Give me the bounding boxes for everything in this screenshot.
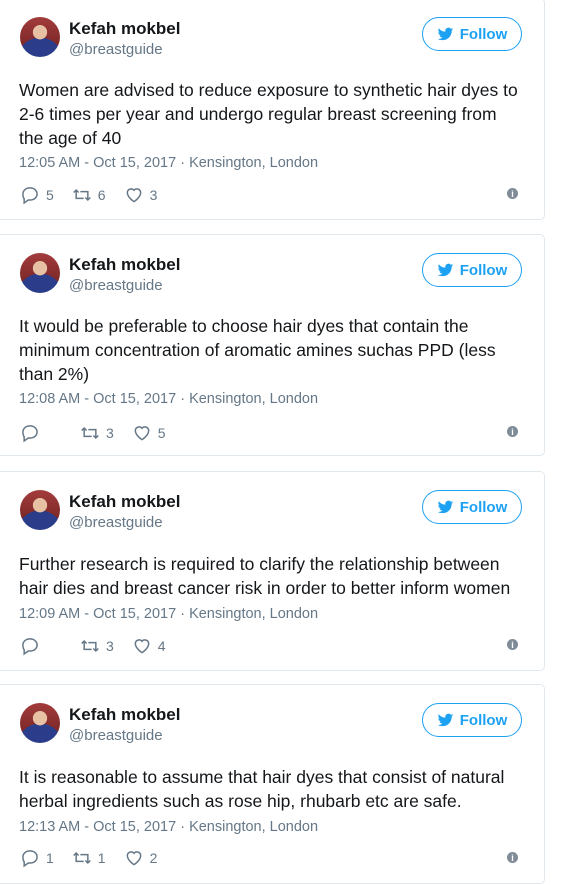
follow-label: Follow <box>459 711 508 729</box>
tweet-timestamp[interactable]: 12:05 AM - Oct 15, 2017 · Kensington, Lo… <box>19 155 318 171</box>
retweet-button[interactable]: 3 <box>80 636 114 656</box>
reply-button[interactable] <box>20 636 46 656</box>
tweet-actions: 3 5 <box>20 423 184 443</box>
retweet-button[interactable]: 6 <box>72 185 106 205</box>
retweet-icon <box>81 426 99 440</box>
tweet-timestamp[interactable]: 12:09 AM - Oct 15, 2017 · Kensington, Lo… <box>19 606 318 622</box>
info-icon[interactable]: i <box>507 852 518 863</box>
avatar[interactable] <box>20 17 60 57</box>
heart-icon <box>134 426 150 441</box>
author-handle[interactable]: @breastguide <box>69 41 163 58</box>
follow-button[interactable]: Follow <box>422 253 522 287</box>
tweet-actions: 1 1 2 <box>20 848 175 868</box>
twitter-bird-icon <box>437 27 454 40</box>
like-count: 2 <box>149 850 158 866</box>
retweet-icon <box>81 639 99 653</box>
author-handle[interactable]: @breastguide <box>69 727 163 744</box>
tweet-text: It is reasonable to assume that hair dye… <box>19 767 505 811</box>
like-count: 3 <box>149 187 158 203</box>
tweet-actions: 5 6 3 <box>20 185 175 205</box>
avatar[interactable] <box>20 490 60 530</box>
retweet-count: 3 <box>106 638 114 654</box>
like-button[interactable]: 4 <box>132 636 166 656</box>
follow-label: Follow <box>459 498 508 516</box>
follow-button[interactable]: Follow <box>422 17 522 51</box>
retweet-icon <box>72 851 91 865</box>
retweet-count: 6 <box>97 187 106 203</box>
follow-label: Follow <box>459 261 508 279</box>
tweet-text: Further research is required to clarify … <box>19 554 511 598</box>
reply-icon <box>22 850 38 868</box>
reply-icon <box>22 425 38 443</box>
info-icon[interactable]: i <box>507 426 518 437</box>
tweet-card[interactable]: Kefah mokbel @breastguide Follow It is r… <box>0 684 545 884</box>
reply-count: 1 <box>46 850 54 866</box>
twitter-bird-icon <box>437 713 454 726</box>
author-handle[interactable]: @breastguide <box>69 277 163 294</box>
like-count: 4 <box>157 638 166 654</box>
avatar[interactable] <box>20 703 60 743</box>
tweet-actions: 3 4 <box>20 636 184 656</box>
like-button[interactable]: 3 <box>124 185 158 205</box>
heart-icon <box>126 188 142 203</box>
like-count: 5 <box>157 425 166 441</box>
reply-button[interactable]: 5 <box>20 185 54 205</box>
twitter-bird-icon <box>437 263 454 276</box>
info-icon[interactable]: i <box>507 188 518 199</box>
retweet-button[interactable]: 3 <box>80 423 114 443</box>
follow-button[interactable]: Follow <box>422 490 522 524</box>
author-name[interactable]: Kefah mokbel <box>69 19 180 39</box>
author-name[interactable]: Kefah mokbel <box>69 492 180 512</box>
author-handle[interactable]: @breastguide <box>69 514 163 531</box>
follow-label: Follow <box>459 25 508 43</box>
reply-button[interactable]: 1 <box>20 848 54 868</box>
follow-button[interactable]: Follow <box>422 703 522 737</box>
like-button[interactable]: 5 <box>132 423 166 443</box>
reply-button[interactable] <box>20 423 46 443</box>
heart-icon <box>134 639 150 654</box>
retweet-count: 3 <box>106 425 114 441</box>
retweet-count: 1 <box>97 850 106 866</box>
reply-icon <box>22 187 38 205</box>
tweet-card[interactable]: Kefah mokbel @breastguide Follow It woul… <box>0 234 545 456</box>
author-name[interactable]: Kefah mokbel <box>69 705 180 725</box>
retweet-button[interactable]: 1 <box>72 848 106 868</box>
reply-count: 5 <box>46 187 54 203</box>
tweet-card[interactable]: Kefah mokbel @breastguide Follow Further… <box>0 471 545 671</box>
twitter-bird-icon <box>437 500 454 513</box>
tweet-card[interactable]: Kefah mokbel @breastguide Follow Women a… <box>0 0 545 220</box>
reply-icon <box>22 638 38 656</box>
like-button[interactable]: 2 <box>124 848 158 868</box>
retweet-icon <box>72 188 91 202</box>
tweet-text: Women are advised to reduce exposure to … <box>19 80 518 148</box>
avatar[interactable] <box>20 253 60 293</box>
info-icon[interactable]: i <box>507 639 518 650</box>
heart-icon <box>126 851 142 866</box>
tweet-text: It would be preferable to choose hair dy… <box>19 316 496 384</box>
tweet-timestamp[interactable]: 12:13 AM - Oct 15, 2017 · Kensington, Lo… <box>19 819 318 835</box>
tweet-timestamp[interactable]: 12:08 AM - Oct 15, 2017 · Kensington, Lo… <box>19 391 318 407</box>
author-name[interactable]: Kefah mokbel <box>69 255 180 275</box>
